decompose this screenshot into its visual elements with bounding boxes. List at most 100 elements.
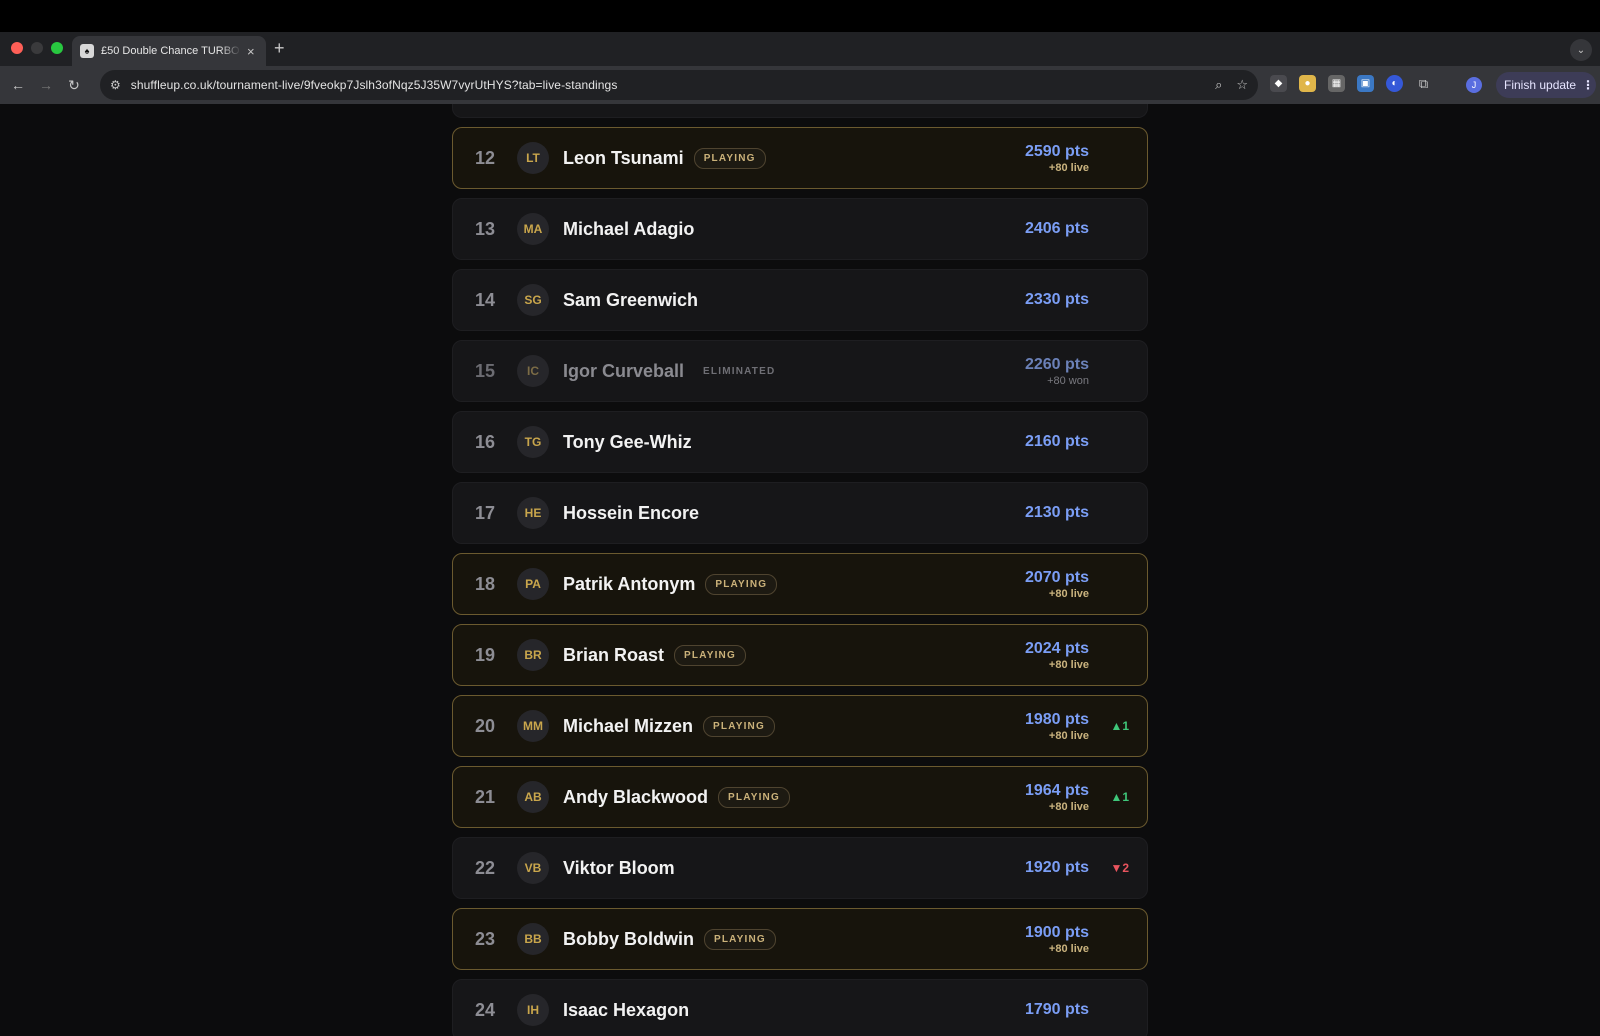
- rank-number: 23: [474, 928, 496, 949]
- minimize-window-button[interactable]: [31, 42, 43, 54]
- standings-row[interactable]: 17 HE Hossein Encore 2130 pts: [452, 482, 1148, 544]
- points-block: 1900 pts +80 live: [1025, 909, 1089, 969]
- player-avatar: MA: [517, 213, 549, 245]
- player-name: Patrik Antonym: [563, 573, 696, 594]
- points-sub-value: +80 live: [1048, 800, 1089, 813]
- player-name: Brian Roast: [563, 644, 665, 665]
- status-badge: PLAYING: [693, 147, 766, 169]
- standings-row[interactable]: 16 TG Tony Gee-Whiz 2160 pts: [452, 411, 1148, 473]
- standings-row[interactable]: 19 BR Brian Roast PLAYING 2024 pts +80 l…: [452, 624, 1148, 686]
- extension-1-icon[interactable]: ◆: [1270, 75, 1287, 92]
- maximize-window-button[interactable]: [51, 42, 63, 54]
- standings-row[interactable]: 18 PA Patrik Antonym PLAYING 2070 pts +8…: [452, 553, 1148, 615]
- standings-row[interactable]: 14 SG Sam Greenwich 2330 pts: [452, 269, 1148, 331]
- rank-number: 21: [474, 786, 496, 807]
- points-value: 1980 pts: [1024, 710, 1089, 728]
- url-text[interactable]: shuffleup.co.uk/tournament-live/9fveokp7…: [131, 78, 1201, 92]
- points-value: 1964 pts: [1024, 781, 1089, 799]
- player-name: Igor Curveball: [563, 360, 685, 381]
- standings-row[interactable]: 23 BB Bobby Boldwin PLAYING 1900 pts +80…: [452, 908, 1148, 970]
- browser-tab-active[interactable]: ♠ £50 Double Chance TURBO - ShuffleUp ×: [72, 36, 266, 66]
- points-value: 2330 pts: [1024, 291, 1089, 308]
- new-tab-button[interactable]: +: [274, 38, 285, 59]
- points-block: 1964 pts +80 live: [1025, 767, 1089, 827]
- player-name: Viktor Bloom: [563, 857, 675, 878]
- player-name: Hossein Encore: [563, 502, 700, 523]
- points-value: 2590 pts: [1024, 142, 1089, 160]
- close-window-button[interactable]: [11, 42, 23, 54]
- rank-number: 18: [474, 573, 496, 594]
- points-sub-value: +80 live: [1048, 942, 1089, 955]
- zoom-icon[interactable]: ⌕: [1215, 77, 1222, 93]
- points-value: 2406 pts: [1024, 220, 1089, 237]
- points-sub-value: +80 won: [1047, 374, 1089, 387]
- player-name: Bobby Boldwin: [563, 928, 694, 949]
- finish-update-label: Finish update: [1504, 78, 1577, 92]
- player-avatar: SG: [517, 284, 549, 316]
- tab-close-icon[interactable]: ×: [247, 44, 255, 59]
- player-avatar: AB: [517, 781, 549, 813]
- rank-number: 12: [474, 147, 496, 168]
- player-avatar: TG: [517, 426, 549, 458]
- qr-code-extension-icon[interactable]: ▦: [1328, 75, 1345, 92]
- standings-row[interactable]: 21 AB Andy Blackwood PLAYING 1964 pts +8…: [452, 766, 1148, 828]
- rank-number: 14: [474, 289, 496, 310]
- status-badge: PLAYING: [703, 715, 775, 737]
- rank-number: 16: [474, 431, 496, 452]
- rank-number: 15: [474, 360, 496, 381]
- tab-title: £50 Double Chance TURBO - ShuffleUp: [101, 45, 241, 57]
- reload-icon[interactable]: ↻: [60, 77, 88, 94]
- points-block: 2160 pts: [1025, 412, 1089, 472]
- points-value: 2260 pts: [1024, 355, 1089, 373]
- live-standings-list: 12 LT Leon Tsunami PLAYING 2590 pts +80 …: [452, 104, 1148, 1036]
- standings-row[interactable]: 13 MA Michael Adagio 2406 pts: [452, 198, 1148, 260]
- player-name: Michael Mizzen: [563, 715, 694, 736]
- player-avatar: HE: [517, 497, 549, 529]
- extensions-puzzle-icon[interactable]: ⧉: [1415, 75, 1432, 92]
- page-content: 12 LT Leon Tsunami PLAYING 2590 pts +80 …: [0, 104, 1600, 1036]
- status-badge: PLAYING: [705, 573, 778, 595]
- points-block: 2406 pts: [1025, 199, 1089, 259]
- browser-toolbar: ← → ↻ ⚙ shuffleup.co.uk/tournament-live/…: [0, 66, 1600, 104]
- standings-row[interactable]: 24 IH Isaac Hexagon 1790 pts: [452, 979, 1148, 1036]
- tab-search-chevron-icon[interactable]: ⌄: [1570, 39, 1592, 61]
- rank-number: 24: [474, 999, 496, 1020]
- points-sub-value: +80 live: [1048, 161, 1089, 174]
- points-sub-value: +80 live: [1048, 729, 1089, 742]
- standings-row[interactable]: 22 VB Viktor Bloom 1920 pts ▼2: [452, 837, 1148, 899]
- extension-5-icon[interactable]: ◐: [1386, 75, 1403, 92]
- address-bar[interactable]: ⚙ shuffleup.co.uk/tournament-live/9fveok…: [100, 70, 1258, 100]
- site-settings-icon[interactable]: ⚙: [110, 78, 121, 92]
- back-arrow-icon[interactable]: ←: [4, 77, 32, 93]
- status-badge: ELIMINATED: [703, 365, 776, 377]
- player-name: Sam Greenwich: [563, 289, 699, 310]
- standings-row[interactable]: 15 IC Igor Curveball ELIMINATED 2260 pts…: [452, 340, 1148, 402]
- player-name: Tony Gee-Whiz: [563, 431, 692, 452]
- points-block: 2260 pts +80 won: [1025, 341, 1089, 401]
- player-avatar: IH: [517, 994, 549, 1026]
- player-avatar: LT: [517, 142, 549, 174]
- standings-row[interactable]: 20 MM Michael Mizzen PLAYING 1980 pts +8…: [452, 695, 1148, 757]
- player-avatar: IC: [517, 355, 549, 387]
- points-block: 2070 pts +80 live: [1025, 554, 1089, 614]
- points-value: 1900 pts: [1024, 923, 1089, 941]
- profile-avatar[interactable]: J: [1466, 77, 1482, 93]
- points-sub-value: +80 live: [1048, 587, 1089, 600]
- player-name: Andy Blackwood: [563, 786, 709, 807]
- screen-top-bar: [0, 0, 1600, 32]
- extension-4-icon[interactable]: ▣: [1357, 75, 1374, 92]
- standings-row[interactable]: 12 LT Leon Tsunami PLAYING 2590 pts +80 …: [452, 127, 1148, 189]
- points-sub-value: +80 live: [1048, 658, 1089, 671]
- site-favicon-icon: ♠: [80, 44, 94, 58]
- points-value: 1920 pts: [1024, 859, 1089, 876]
- finish-update-button[interactable]: Finish update ⋮: [1496, 72, 1596, 98]
- rank-number: 17: [474, 502, 496, 523]
- rank-change-indicator: ▼2: [1110, 861, 1129, 875]
- points-block: 1920 pts: [1025, 838, 1089, 898]
- points-block: 1790 pts: [1025, 980, 1089, 1036]
- extension-2-icon[interactable]: ●: [1299, 75, 1316, 92]
- rank-number: 20: [474, 715, 496, 736]
- rank-change-indicator: ▲1: [1110, 719, 1129, 733]
- forward-arrow-icon[interactable]: →: [32, 77, 60, 93]
- bookmark-star-icon[interactable]: ☆: [1236, 77, 1248, 93]
